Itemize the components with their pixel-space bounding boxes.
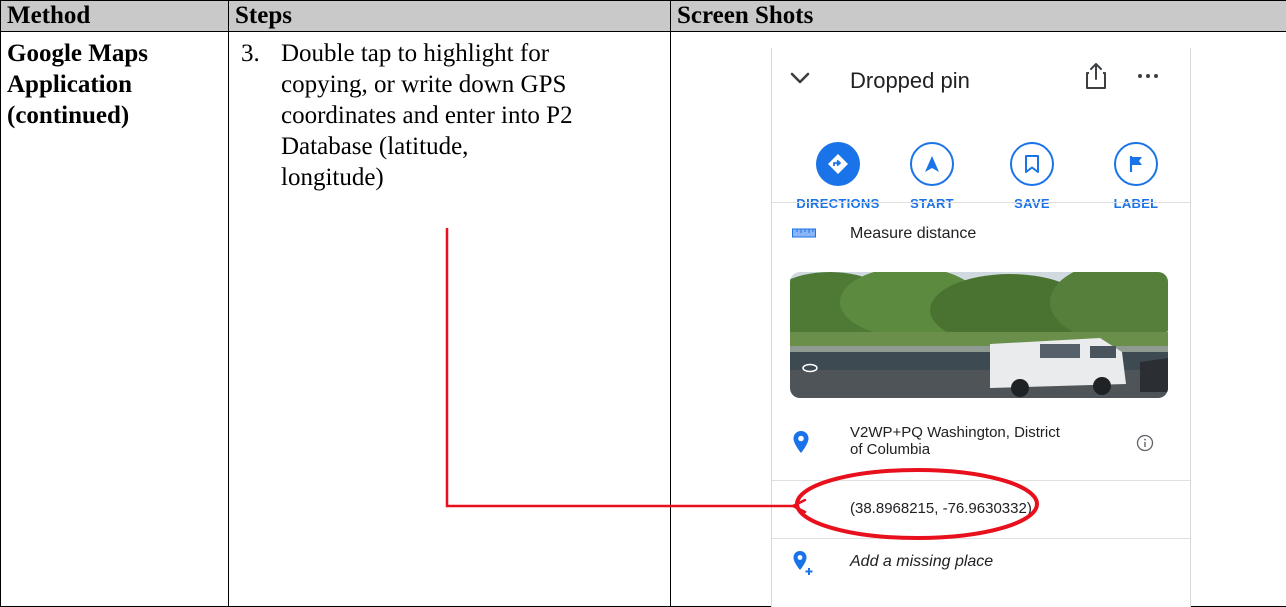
step-line: longitude)	[281, 164, 384, 191]
coordinates-text[interactable]: (38.8968215, -76.9630332)	[850, 500, 1032, 517]
address-row[interactable]: V2WP+PQ Washington, District of Columbia	[772, 424, 1190, 464]
place-title: Dropped pin	[850, 68, 970, 93]
step-line: Double tap to highlight for	[281, 40, 550, 67]
start-label: START	[910, 196, 954, 211]
step-text: Double tap to highlight for copying, or …	[281, 38, 670, 193]
measure-distance-row[interactable]: Measure distance	[772, 218, 1190, 258]
step-line: copying, or write down GPS	[281, 71, 567, 98]
more-options-icon[interactable]	[1136, 66, 1160, 86]
label-button[interactable]: LABEL	[1086, 142, 1186, 211]
place-sheet-header: Dropped pin	[772, 48, 1190, 112]
navigation-arrow-icon	[925, 156, 939, 172]
step-line: coordinates and enter into P2	[281, 102, 573, 129]
method-line: Application	[7, 71, 133, 98]
header-steps: Steps	[228, 0, 671, 32]
info-icon[interactable]	[1136, 434, 1154, 452]
header-method: Method	[0, 0, 229, 32]
start-button[interactable]: START	[882, 142, 982, 211]
address-line: V2WP+PQ Washington, District	[850, 424, 1060, 441]
header-screen-shots: Screen Shots	[670, 0, 1286, 32]
save-label: SAVE	[1014, 196, 1050, 211]
address-line: of Columbia	[850, 441, 931, 458]
ruler-icon	[792, 228, 816, 238]
flag-icon	[1129, 156, 1142, 172]
divider	[772, 538, 1190, 539]
measure-distance-label: Measure distance	[850, 225, 977, 242]
divider	[772, 202, 1190, 203]
location-pin-icon	[793, 431, 809, 453]
step-line: Database (latitude,	[281, 133, 469, 160]
save-button[interactable]: SAVE	[982, 142, 1082, 211]
chevron-down-icon[interactable]	[788, 66, 812, 90]
add-missing-place-row[interactable]: Add a missing place	[772, 548, 1190, 584]
step-item: 3. Double tap to highlight for copying, …	[229, 38, 670, 193]
steps-cell: 3. Double tap to highlight for copying, …	[228, 31, 671, 607]
street-view-photo[interactable]	[790, 272, 1168, 398]
phone-screenshot: Dropped pin DIRECTIONS START SAVE LABEL …	[771, 48, 1191, 607]
method-cell: Google Maps Application (continued)	[0, 31, 229, 607]
add-place-icon	[793, 551, 813, 575]
directions-button[interactable]: DIRECTIONS	[788, 142, 888, 211]
method-line: Google Maps	[7, 40, 148, 67]
step-number: 3.	[241, 40, 260, 67]
label-label: LABEL	[1113, 196, 1159, 211]
share-icon[interactable]	[1084, 62, 1108, 90]
directions-label: DIRECTIONS	[796, 196, 880, 211]
directions-icon	[828, 154, 848, 174]
add-missing-place-label: Add a missing place	[850, 553, 994, 570]
table-header-row: Method Steps Screen Shots	[0, 0, 1286, 32]
bookmark-icon	[1025, 155, 1039, 173]
divider	[772, 480, 1190, 481]
method-line: (continued)	[7, 102, 130, 129]
address-text: V2WP+PQ Washington, District of Columbia	[850, 424, 1100, 458]
